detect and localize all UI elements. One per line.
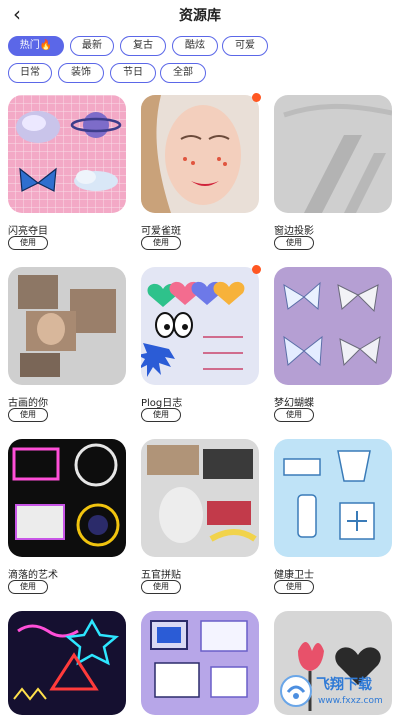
dripping-frames-thumbnail[interactable]	[8, 439, 126, 557]
watermark-title: 飞翔下载	[316, 677, 372, 693]
resource-name: 梦幻蝴蝶	[274, 398, 314, 409]
health-guard-thumbnail[interactable]	[274, 439, 392, 557]
window-shadow-thumbnail[interactable]	[274, 95, 392, 213]
use-button[interactable]: 使用	[8, 236, 48, 250]
tab-retro[interactable]: 复古	[120, 36, 166, 56]
collage-portrait-thumbnail[interactable]	[8, 267, 126, 385]
retro-computer-thumbnail[interactable]	[141, 611, 259, 715]
top-bar: ‹ 资源库	[0, 0, 400, 30]
tab-cool[interactable]: 酷炫	[172, 36, 218, 56]
use-button[interactable]: 使用	[274, 580, 314, 594]
resource-name: 五官拼贴	[141, 570, 181, 581]
resource-name: 古画的你	[8, 398, 48, 409]
use-button[interactable]: 使用	[274, 408, 314, 422]
sparkle-planet-butterfly-thumbnail[interactable]	[8, 95, 126, 213]
resource-name: Plog日志	[141, 398, 183, 409]
resource-name: 可爱雀斑	[141, 226, 181, 237]
page-title: 资源库	[179, 8, 221, 24]
use-button[interactable]: 使用	[141, 408, 181, 422]
watermark-url: www.fxxz.com	[318, 696, 383, 706]
resource-name: 滴落的艺术	[8, 570, 58, 581]
use-button[interactable]: 使用	[274, 236, 314, 250]
resource-name: 健康卫士	[274, 570, 314, 581]
use-button[interactable]: 使用	[8, 580, 48, 594]
tab-decor[interactable]: 装饰	[58, 63, 104, 83]
use-button[interactable]: 使用	[8, 408, 48, 422]
new-indicator	[252, 93, 261, 102]
freckles-face-thumbnail[interactable]	[141, 95, 259, 213]
use-button[interactable]: 使用	[141, 580, 181, 594]
tab-cute[interactable]: 可爱	[222, 36, 268, 56]
resource-name: 窗边投影	[274, 226, 314, 237]
neon-shapes-thumbnail[interactable]	[8, 611, 126, 715]
tab-daily[interactable]: 日常	[8, 63, 52, 83]
new-indicator	[252, 265, 261, 274]
dreamy-butterflies-thumbnail[interactable]	[274, 267, 392, 385]
face-collage-thumbnail[interactable]	[141, 439, 259, 557]
tab-latest[interactable]: 最新	[70, 36, 114, 56]
tab-hot[interactable]: 热门🔥	[8, 36, 64, 56]
tab-all[interactable]: 全部	[160, 63, 206, 83]
use-button[interactable]: 使用	[141, 236, 181, 250]
site-watermark: 飞翔下载 www.fxxz.com	[278, 670, 396, 712]
tab-festival[interactable]: 节日	[110, 63, 156, 83]
resource-name: 闪亮夺目	[8, 226, 48, 237]
doodle-hearts-thumbnail[interactable]	[141, 267, 259, 385]
